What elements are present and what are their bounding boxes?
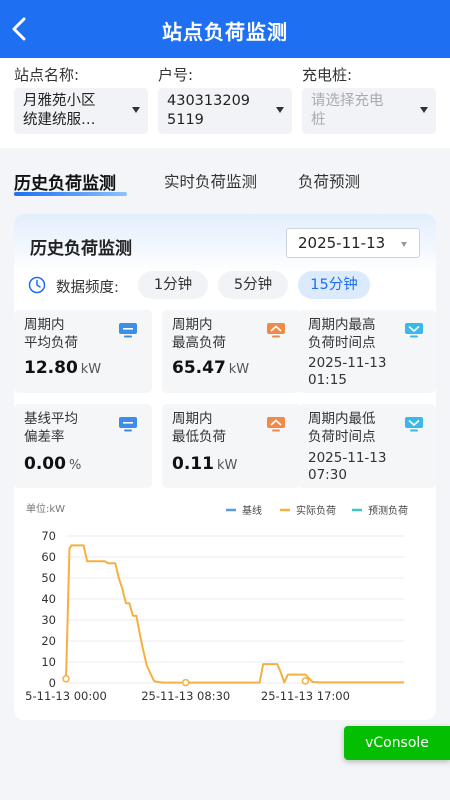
date-value: 2025-11-13 [298,234,386,252]
frequency-chip-5min[interactable]: 5分钟 [218,271,288,299]
legend-label: 基线 [242,504,262,517]
y-tick-label: 40 [41,592,56,606]
account-select[interactable]: 430313209 5119 [158,88,292,134]
chart-legend: 基线 实际负荷 预测负荷 [226,504,408,517]
charger-select[interactable]: 请选择充电 桩 [302,88,436,134]
stat-max-load-time: 周期内最高 负荷时间点 2025-11-13 01:15 [298,310,436,393]
stat-min-load-time: 周期内最低 负荷时间点 2025-11-13 07:30 [298,404,436,488]
legend-label: 实际负荷 [296,504,336,517]
page-title: 站点负荷监测 [162,20,288,44]
legend-label: 预测负荷 [368,504,408,517]
charger-placeholder: 请选择充电 桩 [311,93,384,128]
frequency-label: 数据频度: [56,280,119,296]
y-tick-label: 10 [41,655,56,669]
filter-panel: 站点名称: 月雅苑小区 统建统服… 户号: 430313209 5119 充电桩… [0,58,450,148]
stat-value: 65.47 kW [172,358,250,378]
y-tick-label: 0 [49,676,56,690]
stat-value: 12.80 kW [24,358,102,378]
stat-time: 2025-11-13 07:30 [308,450,387,483]
date-picker[interactable]: 2025-11-13 [286,228,420,258]
y-tick-label: 50 [41,571,56,585]
stat-min-load: 周期内 最低负荷 0.11 kW [162,404,300,488]
active-tab-indicator [14,192,127,196]
y-tick-label: 70 [41,529,56,543]
charger-label: 充电桩: [302,66,353,84]
y-tick-label: 60 [41,550,56,564]
stat-label: 周期内 最高负荷 [172,317,226,351]
stat-value: 0.11 kW [172,454,238,474]
stat-value: 0.00% [24,454,82,474]
time-down-icon [405,323,423,338]
peak-up-icon [267,417,285,432]
station-value: 月雅苑小区 统建统服… [23,93,96,128]
app-header: 站点负荷监测 [0,0,450,58]
monitor-icon [119,417,137,432]
stat-max-load: 周期内 最高负荷 65.47 kW [162,310,300,393]
frequency-chip-1min[interactable]: 1分钟 [138,271,208,299]
load-line-chart: 单位:kW 基线 实际负荷 预测负荷 0 10 20 30 40 50 60 70 5-11-13… [25,502,408,703]
chart-unit-label: 单位:kW [26,502,65,515]
stat-label: 基线平均 偏差率 [24,411,78,445]
chevron-down-icon [420,107,428,113]
chart-series [62,544,404,687]
data-point-marker [181,678,190,687]
tab-bar: 历史负荷监测 实时负荷监测 负荷预测 [0,148,450,202]
tab-history-load[interactable]: 历史负荷监测 [14,169,116,194]
y-tick-label: 20 [41,634,56,648]
chevron-down-icon [401,242,407,247]
stat-label: 周期内最高 负荷时间点 [308,317,376,351]
y-tick-label: 30 [41,613,56,627]
tab-realtime-load[interactable]: 实时负荷监测 [164,170,257,192]
account-value: 430313209 5119 [167,93,251,128]
time-down-icon [405,417,423,432]
data-point-marker [301,677,310,685]
chevron-down-icon [132,107,140,113]
monitor-icon [119,323,137,338]
station-select[interactable]: 月雅苑小区 统建统服… [14,88,148,134]
card-title: 历史负荷监测 [30,239,132,259]
stat-time: 2025-11-13 01:15 [308,355,387,388]
stat-avg-load: 周期内 平均负荷 12.80 kW [14,310,152,393]
tab-load-forecast[interactable]: 负荷预测 [298,170,360,192]
frequency-chip-15min[interactable]: 15分钟 [298,271,370,299]
x-tick-label: 5-11-13 00:00 [25,689,107,703]
x-tick-label: 25-11-13 17:00 [261,689,350,703]
stat-baseline-deviation: 基线平均 偏差率 0.00% [14,404,152,488]
history-load-card: 历史负荷监测 2025-11-13 数据频度: 1分钟 5分钟 15分钟 周期内… [14,214,436,720]
stat-label: 周期内 最低负荷 [172,411,226,445]
chart-grid [66,535,404,684]
account-label: 户号: [158,66,194,84]
clock-icon [28,276,46,294]
vconsole-button[interactable]: vConsole [344,726,450,760]
station-label: 站点名称: [14,66,80,84]
data-point-marker [62,675,70,683]
stat-label: 周期内最低 负荷时间点 [308,411,376,445]
peak-up-icon [267,323,285,338]
stat-label: 周期内 平均负荷 [24,317,78,351]
x-tick-label: 25-11-13 08:30 [141,689,230,703]
x-axis-ticks: 5-11-13 00:00 25-11-13 08:30 25-11-13 17:0… [25,689,350,703]
chevron-down-icon [276,107,284,113]
y-axis-ticks: 0 10 20 30 40 50 60 70 [41,529,56,690]
